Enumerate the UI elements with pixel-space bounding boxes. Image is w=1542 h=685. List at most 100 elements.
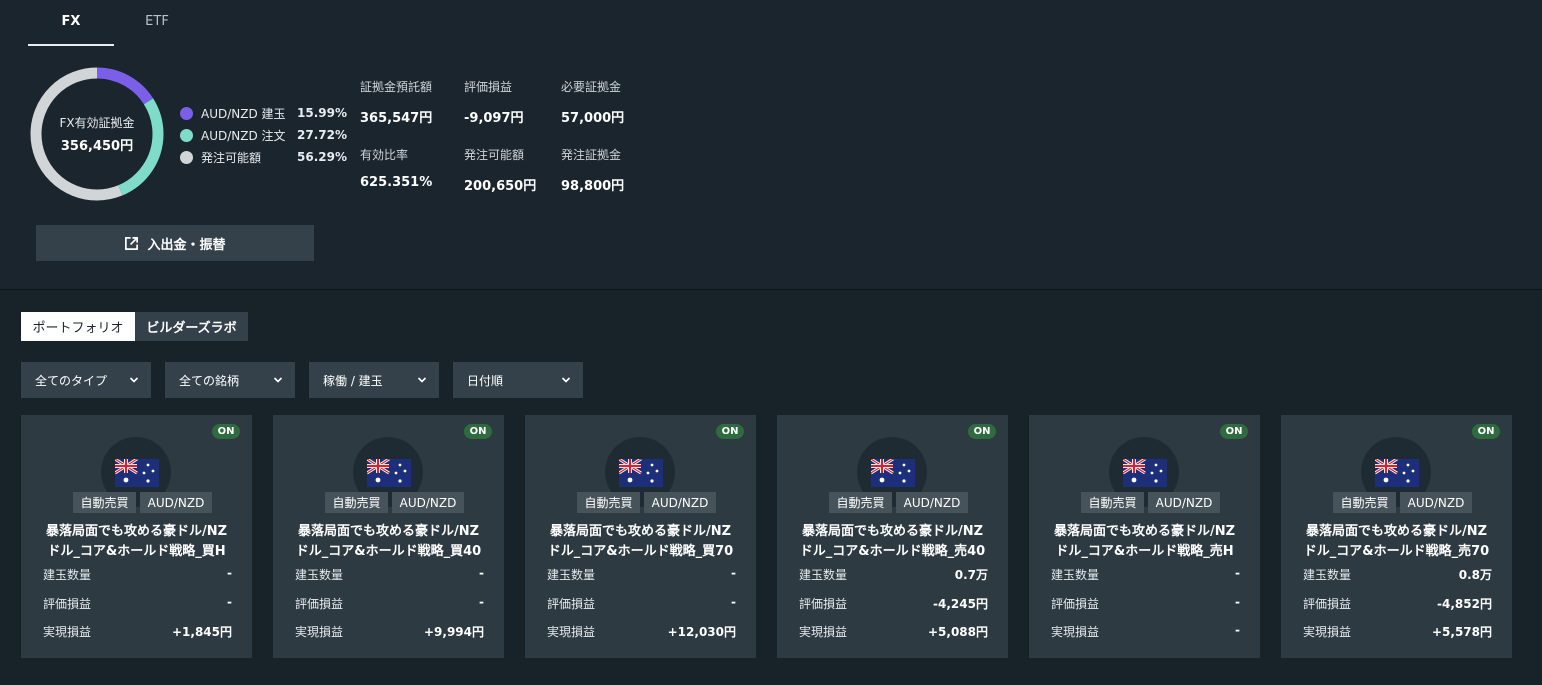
strategy-title: 暴落局面でも攻める豪ドル/NZ ドル_コア&ホールド戦略_売70 [1301, 522, 1492, 562]
metric-label: 評価損益 [295, 597, 344, 611]
legend-name: 発注可能額 [201, 150, 262, 165]
legend-name: AUD/NZD 注文 [201, 128, 286, 143]
status-badge: ON [1472, 424, 1500, 439]
metric-label: 建玉数量 [799, 568, 848, 582]
legend-dot [180, 128, 193, 142]
tab-etf[interactable]: ETF [114, 14, 200, 29]
type-tag: 自動売買 [1081, 492, 1144, 513]
chevron-down-icon [273, 377, 283, 383]
strategy-title-line1: 暴落局面でも攻める豪ドル/NZ [801, 524, 984, 539]
metric-value: - [1235, 595, 1240, 609]
metric-value: +5,578円 [1431, 625, 1492, 639]
metric-value: -4,245円 [933, 597, 988, 611]
metric-label: 評価損益 [43, 597, 92, 611]
australia-flag-icon [1375, 459, 1419, 487]
card-metric-row: 建玉数量 - [295, 566, 484, 583]
strategy-title: 暴落局面でも攻める豪ドル/NZ ドル_コア&ホールド戦略_買70 [545, 522, 736, 562]
filter-type-label: 全てのタイプ [35, 373, 108, 388]
metric-value: 0.7万 [954, 568, 988, 582]
strategy-card[interactable]: ON 自動売買 AUD/NZD 暴落局面でも攻める豪ドル/NZ ドル_コア&ホール… [21, 415, 252, 658]
tab-fx[interactable]: FX [28, 14, 114, 29]
australia-flag-icon [367, 459, 411, 487]
status-badge: ON [1220, 424, 1248, 439]
metric-value: - [227, 566, 232, 580]
donut-value: 356,450円 [60, 139, 134, 154]
australia-flag-icon [871, 459, 915, 487]
strategy-title-line1: 暴落局面でも攻める豪ドル/NZ [1053, 524, 1236, 539]
card-metric-row: 評価損益 -4,852円 [1303, 595, 1492, 612]
donut-legend: AUD/NZD 建玉 15.99% AUD/NZD 注文 27.72% 発注可能… [180, 102, 347, 168]
tab-active-indicator [28, 44, 114, 46]
card-metric-row: 実現損益 - [1051, 623, 1240, 640]
metric-label: 評価損益 [1303, 597, 1352, 611]
metric-label: 実現損益 [295, 625, 344, 639]
metric-value: - [1235, 566, 1240, 580]
pair-tag: AUD/NZD [896, 492, 968, 513]
australia-flag-icon [1123, 459, 1167, 487]
filter-status-select[interactable]: 稼働 / 建玉 [309, 362, 439, 398]
card-metric-row: 実現損益 +1,845円 [43, 623, 232, 640]
metric-value: +9,994円 [423, 625, 484, 639]
stat-label: 必要証拠金 [561, 80, 622, 94]
deposit-transfer-button[interactable]: 入出金・振替 [36, 225, 314, 261]
filter-sort-select[interactable]: 日付順 [453, 362, 583, 398]
stat-available-amount: 発注可能額 200,650円 [464, 146, 536, 194]
metric-label: 建玉数量 [547, 568, 596, 582]
strategy-card[interactable]: ON 自動売買 AUD/NZD 暴落局面でも攻める豪ドル/NZ ドル_コア&ホール… [777, 415, 1008, 658]
metric-label: 評価損益 [799, 597, 848, 611]
metric-value: 0.8万 [1458, 568, 1492, 582]
deposit-transfer-label: 入出金・振替 [147, 237, 226, 253]
stat-value: 200,650円 [464, 179, 537, 194]
filter-symbol-select[interactable]: 全ての銘柄 [165, 362, 295, 398]
strategy-card[interactable]: ON 自動売買 AUD/NZD 暴落局面でも攻める豪ドル/NZ ドル_コア&ホール… [1281, 415, 1512, 658]
card-metric-row: 評価損益 - [295, 595, 484, 612]
legend-percent: 15.99% [297, 106, 347, 120]
stat-order-margin: 発注証拠金 98,800円 [561, 146, 624, 194]
card-metric-row: 実現損益 +5,578円 [1303, 623, 1492, 640]
type-tag: 自動売買 [73, 492, 136, 513]
pair-tag: AUD/NZD [140, 492, 212, 513]
pair-tag: AUD/NZD [1400, 492, 1472, 513]
metric-value: +12,030円 [667, 625, 736, 639]
legend-percent: 56.29% [297, 150, 347, 164]
donut-center: FX有効証拠金 356,450円 [28, 65, 166, 203]
legend-dot [180, 150, 193, 164]
stat-deposit: 証拠金預託額 365,547円 [360, 78, 432, 126]
strategy-card[interactable]: ON 自動売買 AUD/NZD 暴落局面でも攻める豪ドル/NZ ドル_コア&ホール… [1029, 415, 1260, 658]
strategy-card[interactable]: ON 自動売買 AUD/NZD 暴落局面でも攻める豪ドル/NZ ドル_コア&ホール… [525, 415, 756, 658]
metric-label: 建玉数量 [1051, 568, 1100, 582]
card-metric-row: 評価損益 - [547, 595, 736, 612]
card-metric-row: 評価損益 -4,245円 [799, 595, 988, 612]
strategy-title-line2: ドル_コア&ホールド戦略_買40 [295, 544, 482, 559]
card-metric-row: 建玉数量 - [43, 566, 232, 583]
stat-value: 625.351% [360, 175, 433, 190]
strategy-title: 暴落局面でも攻める豪ドル/NZ ドル_コア&ホールド戦略_買40 [293, 522, 484, 562]
status-badge: ON [212, 424, 240, 439]
tab-portfolio[interactable]: ポートフォリオ [21, 312, 135, 341]
filter-symbol-label: 全ての銘柄 [179, 373, 240, 388]
stat-value: 98,800円 [561, 179, 625, 194]
metric-value: - [731, 595, 736, 609]
stat-label: 評価損益 [464, 80, 513, 94]
metric-value: - [227, 595, 232, 609]
stat-effective-ratio: 有効比率 625.351% [360, 146, 432, 190]
stat-value: -9,097円 [464, 111, 524, 126]
pair-tag: AUD/NZD [392, 492, 464, 513]
chevron-down-icon [417, 377, 427, 383]
filter-type-select[interactable]: 全てのタイプ [21, 362, 151, 398]
chevron-down-icon [129, 377, 139, 383]
stat-label: 発注証拠金 [561, 148, 622, 162]
strategy-card[interactable]: ON 自動売買 AUD/NZD 暴落局面でも攻める豪ドル/NZ ドル_コア&ホール… [273, 415, 504, 658]
metric-label: 実現損益 [43, 625, 92, 639]
card-metric-row: 評価損益 - [43, 595, 232, 612]
type-tag: 自動売買 [325, 492, 388, 513]
legend-name: AUD/NZD 建玉 [201, 106, 286, 121]
stat-label: 発注可能額 [464, 148, 525, 162]
stat-value: 57,000円 [561, 111, 625, 126]
stat-value: 365,547円 [360, 111, 433, 126]
strategy-title-line2: ドル_コア&ホールド戦略_売H [1055, 544, 1234, 559]
strategy-title-line1: 暴落局面でも攻める豪ドル/NZ [1305, 524, 1488, 539]
legend-percent: 27.72% [297, 128, 347, 142]
tab-builders-lab[interactable]: ビルダーズラボ [135, 312, 248, 341]
metric-value: +1,845円 [171, 625, 232, 639]
